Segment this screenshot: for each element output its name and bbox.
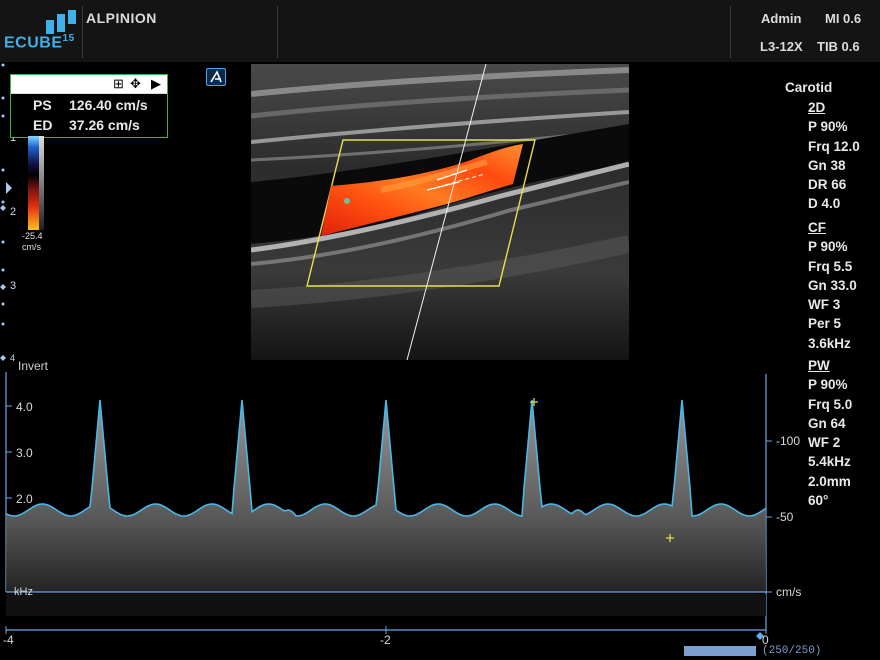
param-cf-wf: WF 3 — [808, 297, 841, 313]
ed-label: ED — [33, 117, 53, 133]
time-tick-minus4: -4 — [3, 633, 14, 647]
velocity-unit: cm/s — [776, 585, 802, 599]
probe-label[interactable]: L3-12X — [760, 39, 803, 54]
colorbar-value: -25.4 — [22, 231, 43, 241]
expand-arrow-icon[interactable]: ▶ — [151, 76, 161, 92]
preset-label[interactable]: Carotid — [785, 78, 832, 97]
param-2d-dr: DR 66 — [808, 177, 847, 193]
depth-mark-3: 3 — [10, 280, 17, 292]
grid-icon[interactable]: ⊞ — [113, 76, 124, 92]
user-label[interactable]: Admin — [761, 11, 801, 26]
velocity-tick-100: -100 — [776, 434, 801, 448]
cine-frame-counter: (250/250) — [762, 645, 822, 657]
param-2d-power: P 90% — [808, 119, 848, 135]
logo-text: ECUBE15 — [4, 33, 75, 52]
freq-tick-2: 2.0 — [16, 492, 33, 506]
bmode-image — [251, 64, 629, 360]
annotation-tool-icon[interactable] — [206, 68, 226, 86]
ps-value: 126.40 cm/s — [69, 97, 148, 113]
param-2d-depth: D 4.0 — [808, 196, 841, 212]
section-title-2d: 2D — [808, 100, 826, 115]
param-cf-power: P 90% — [808, 239, 848, 255]
ed-value: 37.26 cm/s — [69, 117, 140, 133]
colorbar-unit: cm/s — [22, 242, 41, 252]
freq-tick-3: 3.0 — [16, 446, 33, 460]
ps-row: PS 126.40 cm/s — [33, 97, 148, 113]
param-section-cf: CF P 90% Frq 5.5 Gn 33.0 WF 3 Per 5 3.6k… — [808, 218, 857, 353]
freq-unit: kHz — [14, 586, 33, 598]
section-title-cf: CF — [808, 220, 826, 235]
color-velocity-bar — [28, 136, 44, 230]
header-bar: ECUBE15 ALPINION Admin MI 0.6 L3-12X TIB… — [0, 0, 880, 62]
depth-mark-2: 2 — [10, 206, 17, 218]
param-section-2d: 2D P 90% Frq 12.0 Gn 38 DR 66 D 4.0 — [808, 98, 860, 214]
param-2d-gain: Gn 38 — [808, 157, 846, 173]
param-cf-per: Per 5 — [808, 316, 842, 332]
brand-name: ALPINION — [86, 10, 157, 26]
param-cf-gain: Gn 33.0 — [808, 277, 857, 293]
velocity-tick-50: -50 — [776, 510, 794, 524]
ed-row: ED 37.26 cm/s — [33, 117, 140, 133]
param-2d-freq: Frq 12.0 — [808, 138, 860, 154]
measurement-box[interactable]: ⊞ ✥ ▶ PS 126.40 cm/s ED 37.26 cm/s — [10, 74, 168, 138]
mi-value: MI 0.6 — [825, 11, 862, 26]
param-cf-prf: 3.6kHz — [808, 335, 851, 351]
param-cf-freq: Frq 5.5 — [808, 258, 853, 274]
measurement-toolbar: ⊞ ✥ ▶ — [11, 75, 167, 94]
tib-value: TIB 0.6 — [817, 39, 860, 54]
ps-label: PS — [33, 97, 52, 113]
move-icon[interactable]: ✥ — [130, 76, 141, 92]
spectral-doppler-trace — [5, 372, 772, 640]
cine-progress-bar[interactable] — [684, 646, 756, 656]
time-tick-minus2: -2 — [380, 633, 391, 647]
freq-tick-4: 4.0 — [16, 400, 33, 414]
